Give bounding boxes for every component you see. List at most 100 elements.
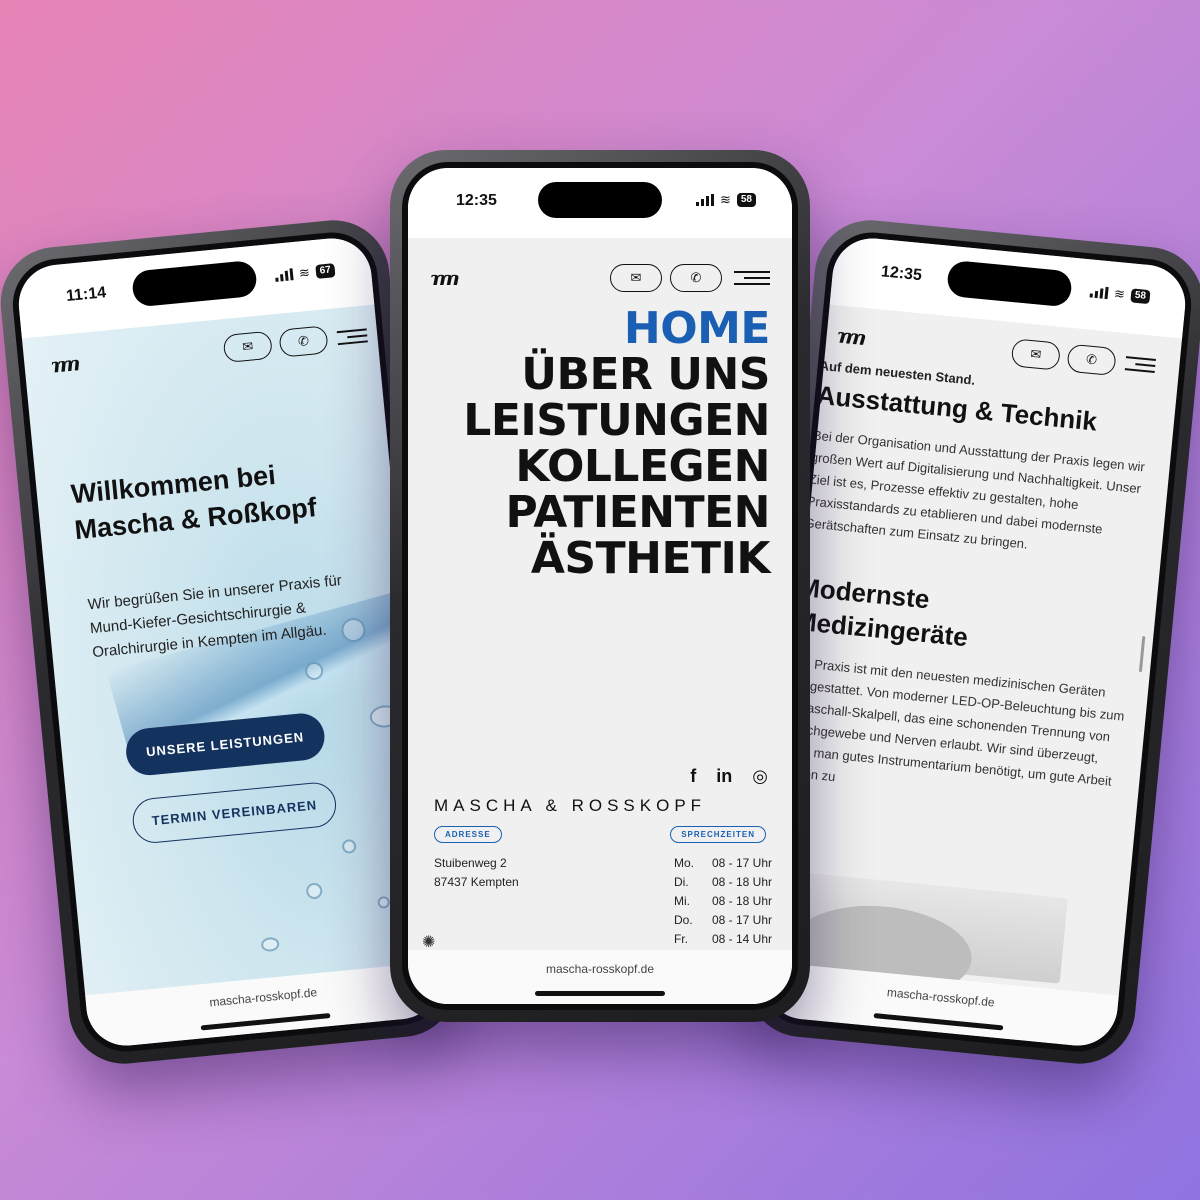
screen-center: 12:35 ≋ 58 ɿɿɿɿ ✉ ✆ HOME ÜBER UNS LEISTU… bbox=[408, 168, 792, 1004]
hours-row: Di. 08 - 18 Uhr bbox=[674, 873, 772, 892]
hours-day: Mi. bbox=[673, 894, 690, 908]
hours-row: Mi. 08 - 18 Uhr bbox=[674, 892, 772, 911]
bubble bbox=[305, 882, 323, 900]
dynamic-island bbox=[131, 259, 258, 308]
phone-bezel: 12:35 ≋ 58 ɿɿɿɿ ✉ ✆ Auf dem neuesten Sta… bbox=[754, 228, 1196, 1056]
hours-time: 08 - 17 Uhr bbox=[711, 913, 772, 927]
hours-time: 08 - 14 Uhr bbox=[711, 932, 772, 946]
section-paragraph: Bei der Organisation und Ausstattung der… bbox=[803, 427, 1146, 552]
cookie-settings-icon[interactable]: ✺ bbox=[422, 932, 435, 952]
section-heading-2: Modernste Medizingeräte bbox=[794, 570, 1141, 670]
nav-item-kollegen[interactable]: KOLLEGEN bbox=[463, 444, 770, 490]
bubble bbox=[341, 838, 357, 855]
dynamic-island bbox=[946, 259, 1073, 308]
wifi-icon: ≋ bbox=[719, 192, 731, 207]
wifi-icon: ≋ bbox=[298, 264, 311, 281]
facebook-icon[interactable]: f bbox=[690, 766, 696, 787]
bubble bbox=[260, 936, 280, 953]
scrollbar[interactable] bbox=[1138, 636, 1146, 673]
mail-button[interactable]: ✉ bbox=[1010, 338, 1062, 371]
hero-title: Willkommen bei Mascha & Roßkopf bbox=[69, 453, 318, 548]
hours-row: Mo. 08 - 17 Uhr bbox=[674, 854, 772, 873]
wifi-icon: ≋ bbox=[1113, 285, 1126, 302]
hours-row: Do. 08 - 17 Uhr bbox=[674, 911, 772, 930]
status-bar: 12:35 ≋ 58 bbox=[408, 168, 792, 238]
battery-icon: 67 bbox=[315, 263, 336, 279]
battery-icon: 58 bbox=[1130, 288, 1151, 305]
url-text: mascha-rosskopf.de bbox=[208, 985, 318, 1010]
hours-badge: SPRECHZEITEN bbox=[670, 826, 766, 843]
hours-time: 08 - 18 Uhr bbox=[711, 894, 772, 908]
address-street: Stuibenweg 2 bbox=[434, 856, 507, 870]
nav-item-leistungen[interactable]: LEISTUNGEN bbox=[463, 398, 770, 444]
hours-time: 08 - 18 Uhr bbox=[711, 875, 772, 889]
phone-bezel: 11:14 ≋ 67 ɿɿɿɿ ✉ ✆ Willkommen bei Masch… bbox=[8, 228, 450, 1056]
screen-right: 12:35 ≋ 58 ɿɿɿɿ ✉ ✆ Auf dem neuesten Sta… bbox=[761, 234, 1189, 1050]
status-time: 12:35 bbox=[456, 192, 497, 209]
hours-row: Fr. 08 - 14 Uhr bbox=[674, 930, 772, 949]
status-icons: ≋ 58 bbox=[695, 192, 756, 208]
hours-day: Fr. bbox=[673, 932, 688, 946]
mail-button[interactable]: ✉ bbox=[610, 264, 662, 292]
phone-bezel: 12:35 ≋ 58 ɿɿɿɿ ✉ ✆ HOME ÜBER UNS LEISTU… bbox=[402, 162, 798, 1010]
signal-icon bbox=[1089, 285, 1109, 300]
nav-item-home[interactable]: HOME bbox=[463, 306, 771, 352]
mail-icon: ✉ bbox=[1029, 346, 1043, 362]
site-logo[interactable]: ɿɿɿɿ bbox=[50, 338, 218, 377]
section-paragraph-2: Die Praxis ist mit den neuesten medizini… bbox=[780, 655, 1126, 789]
screen-left: 11:14 ≋ 67 ɿɿɿɿ ✉ ✆ Willkommen bei Masch… bbox=[15, 234, 443, 1050]
menu-button[interactable] bbox=[1124, 352, 1156, 377]
site-logo[interactable]: ɿɿɿɿ bbox=[430, 266, 602, 290]
url-text: mascha-rosskopf.de bbox=[545, 962, 655, 976]
home-indicator[interactable] bbox=[200, 1013, 331, 1031]
instagram-icon[interactable]: ◎ bbox=[752, 766, 768, 787]
social-links: f in ◎ bbox=[690, 766, 768, 787]
main-menu: HOME ÜBER UNS LEISTUNGEN KOLLEGEN PATIEN… bbox=[463, 306, 770, 582]
signal-icon bbox=[275, 268, 294, 282]
status-bar: 12:35 ≋ 58 bbox=[829, 234, 1189, 339]
phone-icon: ✆ bbox=[297, 332, 310, 349]
hours-day: Di. bbox=[673, 875, 689, 889]
url-bar[interactable]: mascha-rosskopf.de bbox=[408, 950, 792, 1004]
nav-item-patienten[interactable]: PATIENTEN bbox=[463, 490, 770, 536]
signal-icon bbox=[695, 194, 714, 206]
home-indicator[interactable] bbox=[873, 1013, 1004, 1031]
brand-name: MASCHA & ROSSKOPF bbox=[434, 796, 707, 815]
site-logo[interactable]: ɿɿɿɿ bbox=[836, 323, 1006, 363]
address: Stuibenweg 2 87437 Kempten bbox=[434, 854, 519, 892]
phone-center: 12:35 ≋ 58 ɿɿɿɿ ✉ ✆ HOME ÜBER UNS LEISTU… bbox=[390, 150, 810, 1022]
opening-hours: Mo. 08 - 17 Uhr Di. 08 - 18 Uhr Mi. 08 - 18… bbox=[674, 854, 772, 949]
menu-close-button[interactable] bbox=[734, 267, 770, 289]
phone-button[interactable]: ✆ bbox=[278, 325, 329, 358]
address-city: 87437 Kempten bbox=[434, 875, 519, 889]
status-time: 11:14 bbox=[65, 284, 107, 305]
appointment-button[interactable]: TERMIN VEREINBAREN bbox=[130, 780, 339, 845]
nav-item-aesthetik[interactable]: ÄSTHETIK bbox=[463, 536, 771, 582]
phone-button[interactable]: ✆ bbox=[1066, 343, 1117, 377]
status-icons: ≋ 58 bbox=[1089, 283, 1151, 305]
nav-item-ueber-uns[interactable]: ÜBER UNS bbox=[463, 352, 770, 398]
site-header: ɿɿɿɿ ✉ ✆ bbox=[430, 264, 770, 292]
home-indicator[interactable] bbox=[535, 991, 665, 996]
phone-button[interactable]: ✆ bbox=[670, 264, 722, 292]
address-badge: ADRESSE bbox=[434, 826, 502, 843]
mail-icon: ✉ bbox=[630, 270, 642, 285]
battery-icon: 58 bbox=[736, 193, 756, 207]
url-bar[interactable]: mascha-rosskopf.de bbox=[85, 961, 443, 1050]
article: Auf dem neuesten Stand. Ausstattung & Te… bbox=[776, 358, 1161, 852]
mail-button[interactable]: ✉ bbox=[222, 330, 274, 364]
menu-button[interactable] bbox=[336, 324, 368, 349]
hours-time: 08 - 17 Uhr bbox=[711, 856, 772, 870]
mail-icon: ✉ bbox=[241, 338, 254, 355]
url-text: mascha-rosskopf.de bbox=[886, 985, 996, 1010]
status-icons: ≋ 67 bbox=[274, 262, 336, 284]
linkedin-icon[interactable]: in bbox=[716, 766, 732, 787]
bubble bbox=[377, 895, 391, 909]
hours-day: Mo. bbox=[673, 856, 694, 870]
hours-day: Do. bbox=[673, 913, 693, 927]
dynamic-island bbox=[538, 182, 662, 218]
phone-icon: ✆ bbox=[690, 270, 702, 285]
phone-right: 12:35 ≋ 58 ɿɿɿɿ ✉ ✆ Auf dem neuesten Sta… bbox=[741, 215, 1200, 1069]
phone-icon: ✆ bbox=[1085, 351, 1098, 368]
status-bar: 11:14 ≋ 67 bbox=[15, 234, 375, 339]
